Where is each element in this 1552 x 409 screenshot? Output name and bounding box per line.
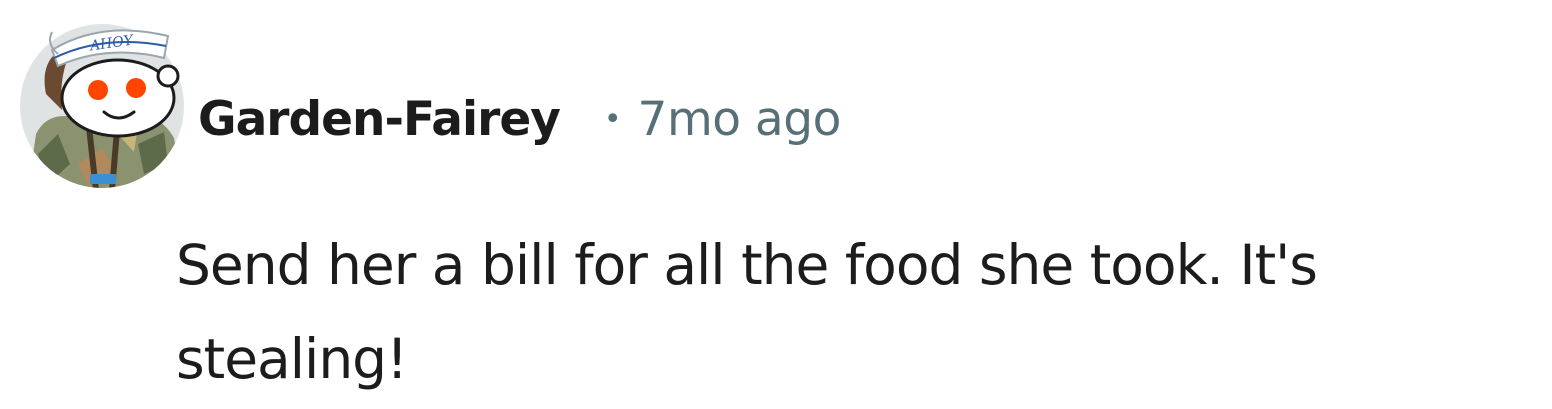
comment: AHOY Garden-Fairey • 7mo ago Send her a … [0, 0, 1552, 409]
comment-body: Send her a bill for all the food she too… [176, 233, 1318, 391]
timestamp-link[interactable]: 7mo ago [638, 92, 842, 147]
username-link[interactable]: Garden-Fairey [198, 92, 561, 147]
separator-dot: • [603, 101, 622, 137]
snoo-avatar-icon[interactable]: AHOY [18, 14, 186, 190]
comment-header: Garden-Fairey • 7mo ago [198, 84, 841, 154]
